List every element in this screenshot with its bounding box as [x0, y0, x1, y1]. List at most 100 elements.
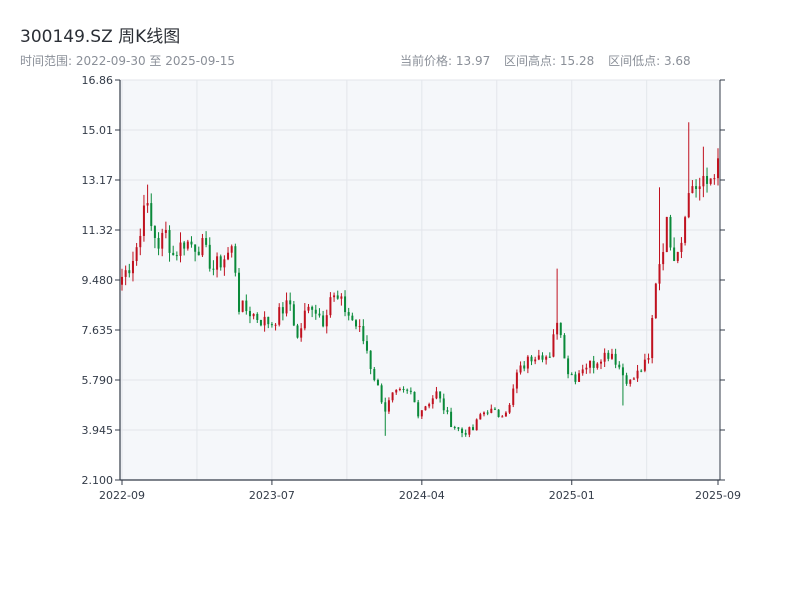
candle-down	[369, 350, 372, 369]
candle-down	[238, 272, 241, 312]
candle-down	[673, 247, 676, 261]
candle-down	[563, 335, 566, 359]
candle-down	[464, 433, 467, 435]
candle-up	[599, 361, 602, 364]
candle-down	[486, 412, 489, 414]
candle-down	[472, 427, 475, 431]
candle-down	[175, 255, 178, 257]
candle-down	[168, 230, 171, 253]
candle-down	[523, 365, 526, 369]
candle-up	[552, 334, 555, 357]
x-tick-label: 2023-07	[249, 489, 295, 502]
candle-down	[270, 324, 273, 326]
candle-down	[351, 315, 354, 321]
candle-up	[665, 216, 668, 253]
candle-up	[431, 398, 434, 405]
candle-up	[556, 322, 559, 335]
candle-up	[589, 360, 592, 368]
candle-up	[201, 238, 204, 256]
candle-down	[450, 411, 453, 428]
candle-up	[475, 419, 478, 431]
candle-down	[344, 296, 347, 313]
y-tick-label: 11.32	[82, 224, 114, 237]
candle-up	[716, 158, 720, 179]
candle-down	[197, 251, 200, 256]
candle-up	[216, 256, 219, 270]
candle-down	[153, 226, 156, 238]
candle-up	[676, 251, 679, 261]
candle-up	[662, 252, 665, 265]
candle-down	[548, 356, 551, 358]
candle-up	[131, 261, 134, 274]
candle-up	[300, 328, 303, 338]
y-tick-label: 16.86	[82, 74, 114, 87]
candle-up	[578, 373, 581, 382]
candle-down	[541, 355, 544, 360]
candle-up	[508, 404, 511, 413]
candle-down	[530, 356, 533, 362]
candle-up	[651, 317, 654, 359]
candle-down	[208, 244, 211, 269]
candle-down	[567, 358, 570, 375]
candle-down	[402, 388, 405, 390]
candle-down	[365, 341, 368, 351]
candle-up	[647, 358, 650, 360]
candle-up	[636, 370, 639, 379]
x-tick-label: 2024-04	[399, 489, 445, 502]
candle-down	[625, 375, 628, 384]
candle-down	[592, 360, 595, 368]
y-tick-label: 9.480	[82, 274, 114, 287]
candle-up	[424, 406, 427, 411]
candle-down	[248, 311, 251, 317]
candle-up	[230, 246, 233, 253]
candle-up	[263, 316, 266, 326]
candle-down	[570, 374, 573, 376]
candle-down	[318, 313, 321, 316]
candle-down	[461, 428, 464, 434]
candle-down	[259, 320, 262, 326]
candle-down	[409, 390, 412, 392]
candle-up	[285, 300, 288, 314]
candle-up	[428, 404, 431, 407]
candle-up	[179, 242, 182, 256]
candle-up	[435, 391, 438, 399]
candle-up	[643, 359, 646, 371]
candle-up	[120, 276, 124, 285]
candle-up	[164, 230, 167, 233]
candle-up	[515, 372, 518, 389]
candle-up	[161, 232, 164, 249]
candle-down	[336, 295, 339, 299]
candle-up	[395, 389, 398, 393]
candle-down	[406, 389, 409, 391]
candle-down	[150, 203, 153, 227]
candle-down	[289, 300, 292, 305]
candle-down	[706, 175, 709, 184]
y-tick-label: 2.100	[82, 474, 114, 487]
candle-down	[314, 309, 317, 314]
y-tick-label: 15.01	[82, 124, 114, 137]
candle-up	[490, 408, 493, 413]
candle-up	[391, 392, 394, 401]
candle-up	[709, 178, 712, 184]
candle-up	[468, 427, 471, 435]
candle-down	[457, 427, 460, 429]
x-tick-label: 2025-09	[695, 489, 741, 502]
candle-down	[322, 315, 325, 327]
y-tick-label: 7.635	[82, 324, 114, 337]
candle-up	[303, 310, 306, 329]
candle-up	[398, 388, 401, 390]
candle-up	[223, 259, 226, 268]
candle-down	[245, 300, 248, 312]
candle-up	[698, 186, 701, 189]
candle-up	[526, 356, 529, 369]
y-tick-label: 3.945	[82, 424, 114, 437]
candle-down	[417, 402, 420, 417]
x-tick-label: 2025-01	[549, 489, 595, 502]
candle-down	[614, 353, 617, 365]
candle-down	[256, 313, 259, 321]
candle-up	[139, 235, 142, 248]
candle-up	[420, 410, 423, 417]
candle-down	[376, 379, 379, 386]
candle-up	[241, 300, 244, 312]
candle-up	[691, 186, 694, 194]
